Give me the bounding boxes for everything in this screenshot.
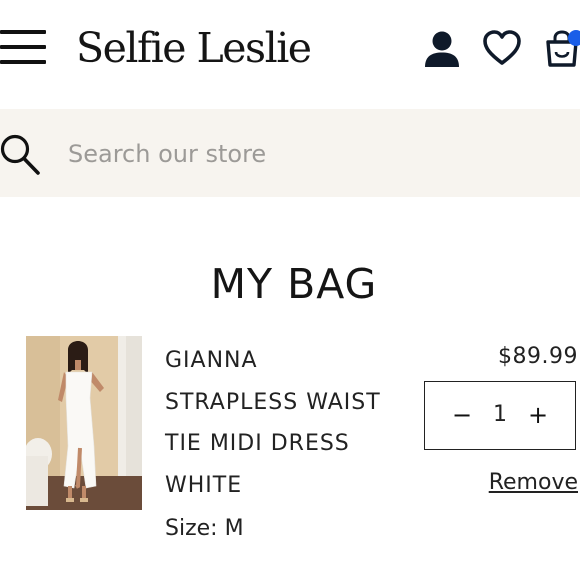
account-icon[interactable]: [422, 30, 462, 68]
page-title: MY BAG: [210, 260, 378, 308]
product-name-line: GIANNA: [165, 348, 258, 373]
product-size: Size: M: [165, 516, 244, 541]
product-name[interactable]: GIANNA STRAPLESS WAIST TIE MIDI DRESS WH…: [165, 340, 415, 506]
product-name-line: TIE MIDI DRESS: [165, 431, 350, 456]
search-icon[interactable]: [0, 132, 42, 176]
product-price: $89.99: [498, 344, 578, 369]
hamburger-menu-icon[interactable]: [0, 30, 46, 66]
search-input[interactable]: [68, 136, 548, 172]
remove-item-link[interactable]: Remove: [489, 466, 578, 500]
site-header: Selfie Leslie: [0, 0, 580, 100]
product-name-line: STRAPLESS WAIST: [165, 389, 381, 415]
product-name-line: WHITE: [165, 472, 243, 498]
product-image[interactable]: [26, 336, 142, 510]
brand-logo[interactable]: Selfie Leslie: [76, 22, 312, 74]
heart-icon[interactable]: [483, 29, 521, 67]
quantity-stepper: − 1 +: [424, 381, 576, 450]
cart-count-badge: [568, 30, 580, 46]
increase-quantity-button[interactable]: +: [513, 382, 563, 448]
